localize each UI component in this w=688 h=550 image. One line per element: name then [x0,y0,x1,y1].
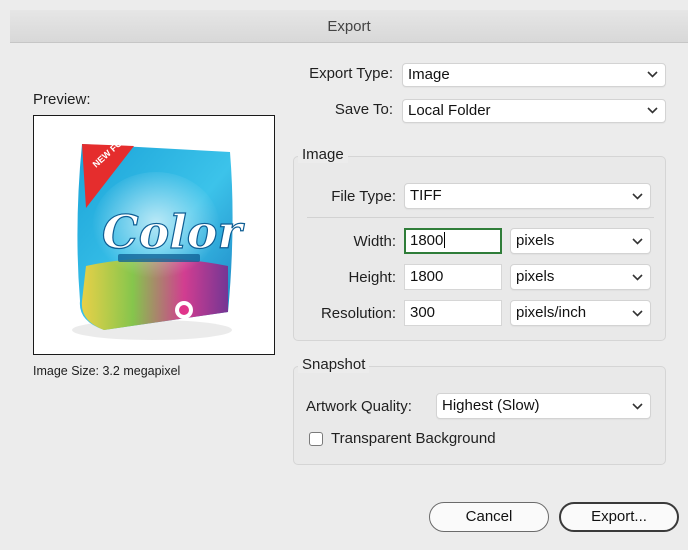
chevron-down-icon [632,238,643,245]
image-group-divider [307,217,654,218]
chevron-down-icon [632,193,643,200]
height-label: Height: [348,269,396,286]
width-value: 1800 [410,232,444,249]
width-input[interactable]: 1800 [404,228,502,254]
chevron-down-icon [632,403,643,410]
preview-image: NEW FORMULA+ Color [33,115,275,355]
height-unit-value: pixels [516,268,555,285]
chevron-down-icon [647,107,658,114]
chevron-down-icon [632,310,643,317]
transparent-background-checkbox[interactable] [309,432,323,446]
resolution-value: 300 [410,304,436,321]
artwork-quality-label: Artwork Quality: [306,398,412,415]
chevron-down-icon [632,274,643,281]
save-to-label: Save To: [334,101,393,118]
preview-label: Preview: [33,91,91,108]
window-title: Export [327,18,371,35]
export-button[interactable]: Export... [559,502,679,532]
snapshot-group-title: Snapshot [298,356,370,373]
image-group-title: Image [298,146,348,163]
file-type-label: File Type: [331,188,396,205]
width-unit-value: pixels [516,232,555,249]
cancel-button[interactable]: Cancel [429,502,549,532]
text-caret [444,232,446,248]
resolution-unit-select[interactable]: pixels/inch [510,300,651,326]
resolution-unit-value: pixels/inch [516,304,587,321]
save-to-select[interactable]: Local Folder [402,99,666,123]
package-brand-text: Color [102,205,245,259]
export-type-label: Export Type: [309,65,393,82]
height-value: 1800 [410,268,444,285]
export-dialog: Preview: NEW FORMULA+ Color Image Size: … [10,43,688,550]
chevron-down-icon [647,71,658,78]
image-size-text: Image Size: 3.2 megapixel [33,364,181,378]
height-unit-select[interactable]: pixels [510,264,651,290]
file-type-select[interactable]: TIFF [404,183,651,209]
window-title-bar: Export [10,10,688,43]
save-to-value: Local Folder [408,102,491,119]
product-package-image: NEW FORMULA+ Color [72,116,246,340]
export-type-value: Image [408,66,450,83]
artwork-quality-select[interactable]: Highest (Slow) [436,393,651,419]
height-input[interactable]: 1800 [404,264,502,290]
export-type-select[interactable]: Image [402,63,666,87]
resolution-label: Resolution: [320,305,396,322]
width-label: Width: [353,233,396,250]
transparent-background-label[interactable]: Transparent Background [331,430,496,447]
artwork-quality-value: Highest (Slow) [442,397,540,414]
resolution-input[interactable]: 300 [404,300,502,326]
file-type-value: TIFF [410,187,442,204]
width-unit-select[interactable]: pixels [510,228,651,254]
